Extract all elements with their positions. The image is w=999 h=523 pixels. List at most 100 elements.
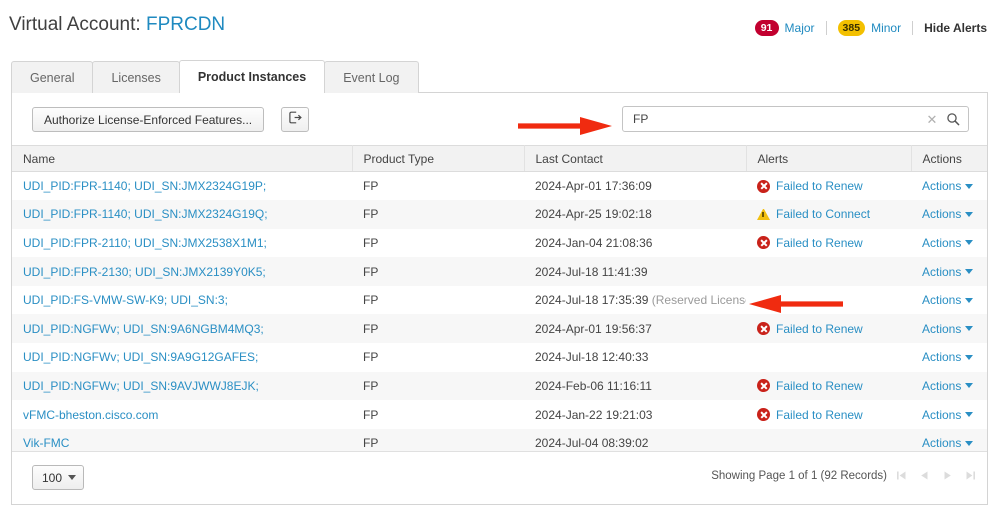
cell-name: UDI_PID:FPR-2110; UDI_SN:JMX2538X1M1; — [12, 229, 352, 258]
cell-alerts: Failed to Connect — [746, 200, 911, 229]
column-header-name[interactable]: Name — [12, 145, 353, 172]
last-contact-timestamp: 2024-Jan-22 19:21:03 — [535, 407, 653, 422]
cell-name: UDI_PID:FPR-2130; UDI_SN:JMX2139Y0K5; — [12, 257, 352, 286]
search-input[interactable] — [623, 107, 924, 131]
instance-name-link[interactable]: Vik-FMC — [23, 436, 69, 450]
cell-last-contact: 2024-Jul-18 12:40:33 — [524, 343, 746, 372]
instance-name-link[interactable]: UDI_PID:NGFWv; UDI_SN:9A9G12GAFES; — [23, 350, 258, 364]
tab-licenses[interactable]: Licenses — [92, 61, 180, 93]
alert-link[interactable]: Failed to Renew — [776, 322, 863, 336]
instance-name-link[interactable]: vFMC-bheston.cisco.com — [23, 408, 158, 422]
cell-alerts: Failed to Renew — [746, 229, 911, 258]
close-icon[interactable]: ✕ — [924, 111, 940, 127]
cell-last-contact: 2024-Apr-01 19:56:37 — [524, 314, 746, 343]
table-footer: 100 Showing Page 1 of 1 (92 Records) — [12, 451, 987, 504]
table-header-row: Name Product Type Last Contact Alerts Ac… — [12, 145, 987, 172]
alerts-summary: 91 Major 385 Minor Hide Alerts — [754, 18, 987, 38]
row-actions-dropdown[interactable]: Actions — [922, 236, 974, 250]
row-actions-dropdown[interactable]: Actions — [922, 207, 974, 221]
table-row: UDI_PID:FPR-1140; UDI_SN:JMX2324G19Q; FP 2… — [12, 200, 987, 229]
alert-link[interactable]: Failed to Renew — [776, 408, 863, 422]
search-icon[interactable] — [942, 110, 964, 128]
next-page-icon[interactable] — [938, 466, 956, 484]
tab-product-instances[interactable]: Product Instances — [178, 60, 326, 93]
table-row: UDI_PID:NGFWv; UDI_SN:9A6NGBM4MQ3; FP 2024… — [12, 314, 987, 344]
cell-product-type: FP — [363, 235, 379, 250]
instance-name-link[interactable]: UDI_PID:FPR-1140; UDI_SN:JMX2324G19Q; — [23, 207, 268, 221]
instance-name-link[interactable]: UDI_PID:FS-VMW-SW-K9; UDI_SN:3; — [23, 293, 228, 307]
column-header-last-contact[interactable]: Last Contact — [524, 145, 747, 172]
cell-alerts — [746, 286, 911, 315]
page-header: Virtual Account: FPRCDN 91 Major 385 Min… — [0, 14, 999, 48]
alert-link[interactable]: Failed to Renew — [776, 179, 863, 193]
tab-event-log[interactable]: Event Log — [324, 61, 419, 93]
alert-entry: Failed to Renew — [757, 229, 911, 258]
cell-last-contact: 2024-Feb-06 11:16:11 — [524, 372, 746, 401]
cell-product-type: FP — [363, 264, 379, 279]
chevron-down-icon — [965, 269, 974, 275]
tab-general[interactable]: General — [11, 61, 94, 93]
first-page-icon[interactable] — [892, 466, 910, 484]
row-actions-dropdown[interactable]: Actions — [922, 179, 974, 194]
tab-bar: General Licenses Product Instances Event… — [11, 60, 419, 93]
chevron-down-icon — [68, 475, 76, 480]
alert-entry: Failed to Renew — [757, 400, 911, 429]
cell-product-type: FP — [363, 207, 379, 222]
cell-name: UDI_PID:FPR-1140; UDI_SN:JMX2324G19Q; — [12, 200, 352, 229]
row-actions-label: Actions — [922, 179, 962, 194]
row-actions-label: Actions — [922, 407, 962, 422]
instance-name-link[interactable]: UDI_PID:FPR-2110; UDI_SN:JMX2538X1M1; — [23, 236, 267, 250]
table-row: UDI_PID:NGFWv; UDI_SN:9AVJWWJ8EJK; FP 2024… — [12, 371, 987, 401]
error-icon — [757, 322, 770, 336]
authorize-license-enforced-features-button[interactable]: Authorize License-Enforced Features... — [32, 107, 265, 132]
instance-name-link[interactable]: UDI_PID:FPR-2130; UDI_SN:JMX2139Y0K5; — [23, 265, 266, 279]
column-header-alerts[interactable]: Alerts — [746, 145, 912, 172]
pagination-controls — [892, 466, 979, 484]
alert-link[interactable]: Failed to Renew — [776, 236, 863, 250]
cell-alerts — [746, 343, 911, 372]
instance-name-link[interactable]: UDI_PID:FPR-1140; UDI_SN:JMX2324G19P; — [23, 179, 266, 193]
export-button[interactable] — [281, 107, 309, 132]
instance-name-link[interactable]: UDI_PID:NGFWv; UDI_SN:9AVJWWJ8EJK; — [23, 379, 259, 393]
virtual-account-name[interactable]: FPRCDN — [146, 14, 225, 35]
error-icon — [757, 179, 770, 193]
table-row: vFMC-bheston.cisco.com FP 2024-Jan-22 19:2… — [12, 400, 987, 429]
row-actions-dropdown[interactable]: Actions — [922, 407, 974, 422]
cell-actions: Actions — [911, 229, 987, 258]
table-row: UDI_PID:FPR-2110; UDI_SN:JMX2538X1M1; FP 2… — [12, 228, 987, 258]
last-page-icon[interactable] — [961, 466, 979, 484]
row-actions-dropdown[interactable]: Actions — [922, 322, 974, 336]
chevron-down-icon — [965, 297, 974, 303]
alert-entry: Failed to Renew — [757, 314, 911, 343]
error-icon — [757, 379, 770, 393]
chevron-down-icon — [965, 383, 974, 389]
last-contact-timestamp: 2024-Apr-25 19:02:18 — [535, 207, 652, 222]
table-row: UDI_PID:FPR-2130; UDI_SN:JMX2139Y0K5; FP 2… — [12, 257, 987, 286]
cell-name: UDI_PID:FPR-1140; UDI_SN:JMX2324G19P; — [12, 172, 352, 201]
cell-actions: Actions — [911, 400, 987, 429]
minor-alerts-link[interactable]: Minor — [871, 21, 901, 35]
cell-name: vFMC-bheston.cisco.com — [12, 400, 352, 429]
cell-actions: Actions — [911, 343, 987, 372]
row-actions-dropdown[interactable]: Actions — [922, 265, 974, 279]
row-actions-dropdown[interactable]: Actions — [922, 350, 974, 364]
row-actions-dropdown[interactable]: Actions — [922, 379, 974, 393]
row-actions-dropdown[interactable]: Actions — [922, 293, 974, 307]
cell-alerts — [746, 257, 911, 286]
instance-name-link[interactable]: UDI_PID:NGFWv; UDI_SN:9A6NGBM4MQ3; — [23, 322, 264, 336]
chevron-down-icon — [965, 211, 974, 217]
hide-alerts-button[interactable]: Hide Alerts — [924, 21, 987, 35]
column-header-actions: Actions — [911, 145, 987, 172]
cell-alerts: Failed to Renew — [746, 172, 911, 201]
cell-name: UDI_PID:NGFWv; UDI_SN:9A9G12GAFES; — [12, 343, 352, 372]
major-alerts-link[interactable]: Major — [785, 21, 815, 35]
row-actions-dropdown[interactable]: Actions — [922, 436, 974, 450]
column-header-product-type[interactable]: Product Type — [352, 145, 525, 172]
cell-actions: Actions — [911, 314, 987, 343]
page-size-select[interactable]: 100 — [32, 465, 84, 490]
previous-page-icon[interactable] — [915, 466, 933, 484]
alert-link[interactable]: Failed to Renew — [776, 379, 863, 393]
alert-link[interactable]: Failed to Connect — [776, 207, 870, 221]
search-box[interactable]: ✕ — [622, 106, 969, 132]
cell-product-type: FP — [363, 407, 379, 422]
